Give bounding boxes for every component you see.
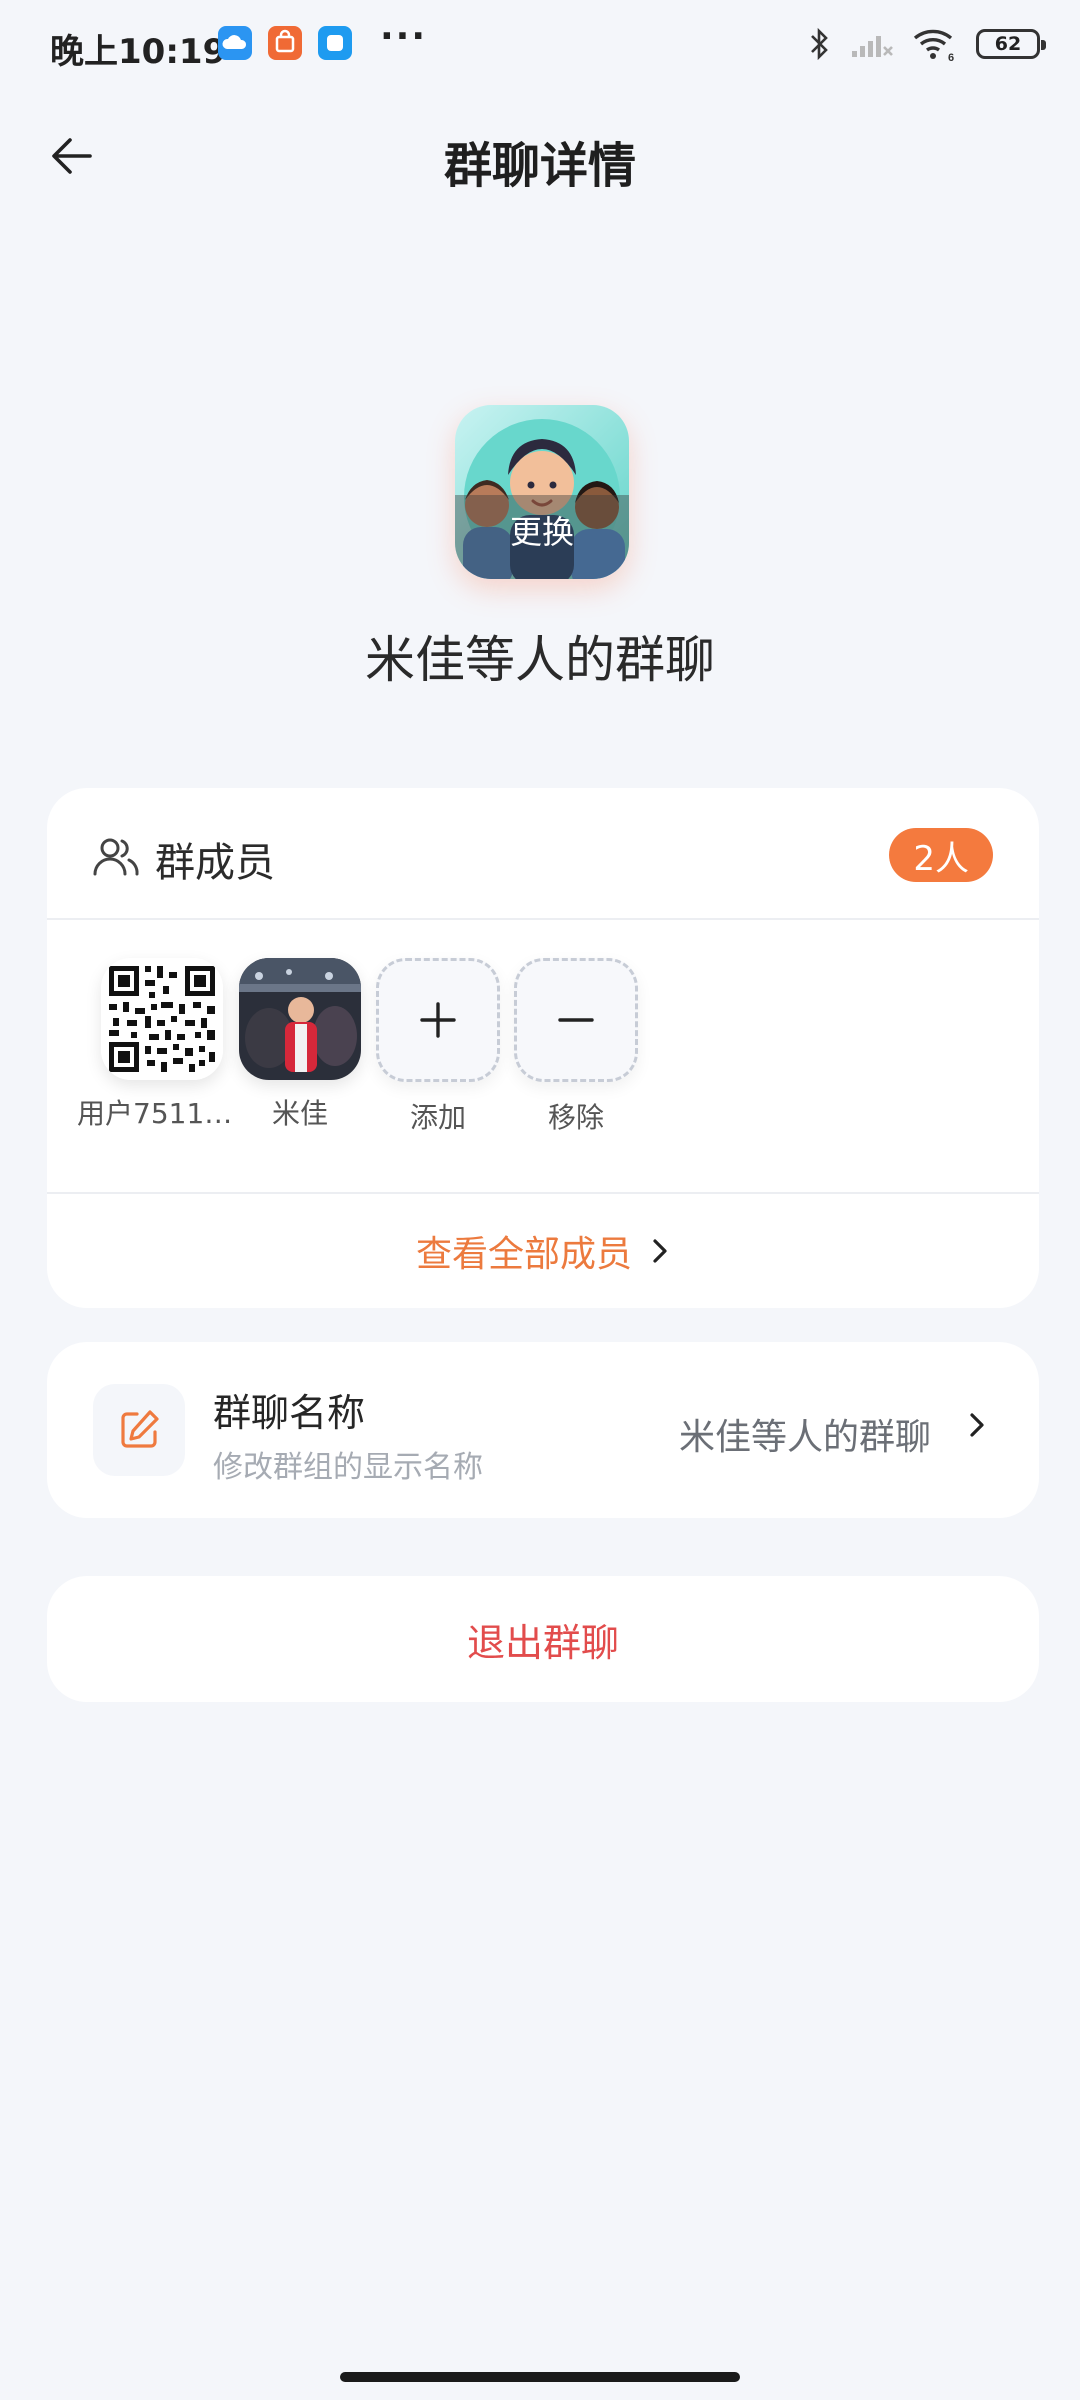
members-title: 群成员 [155,840,275,886]
cloud-app-icon [218,26,252,60]
member-photo-image [239,958,361,1080]
minus-icon [558,1018,594,1022]
plus-icon [420,1002,456,1038]
change-avatar-label[interactable]: 更换 [455,495,629,579]
member-avatar-qrcode [101,958,223,1080]
qr-code-icon [101,958,223,1080]
bluetooth-icon [811,27,828,61]
member-avatar-photo [239,958,361,1080]
wifi-icon: 6 [913,29,954,62]
battery-indicator: 62 [976,29,1046,59]
members-header: 群成员 2人 [47,788,1039,920]
exit-group-button[interactable]: 退出群聊 [47,1576,1039,1702]
message-app-icon [318,26,352,60]
edit-icon-box [93,1384,185,1476]
users-icon [93,838,139,876]
remove-member-label: 移除 [547,1101,604,1134]
group-name-setting[interactable]: 群聊名称 修改群组的显示名称 米佳等人的群聊 [47,1342,1039,1518]
svg-text:6: 6 [948,52,954,62]
chevron-right-icon [970,1413,984,1437]
edit-icon [121,1410,159,1448]
more-notifications-icon: ··· [380,16,428,57]
status-time: 晚上10:19 [50,32,227,72]
group-name: 米佳等人的群聊 [365,631,715,689]
cellular-signal-icon [852,36,893,57]
remove-member-tile[interactable] [514,958,638,1082]
shopping-app-icon [268,26,302,60]
add-member-tile[interactable] [376,958,500,1082]
view-all-members-button[interactable]: 查看全部成员 [47,1192,1039,1308]
group-name-setting-value: 米佳等人的群聊 [678,1417,931,1458]
members-card: 群成员 2人 用户751135 米佳 添加 移除 查看全部成员 [47,788,1039,1308]
view-all-members-label: 查看全部成员 [415,1234,632,1275]
home-indicator[interactable] [340,2372,740,2382]
remove-member-button[interactable]: 移除 [491,958,661,1136]
group-details-screen: 晚上10:19 ··· 6 62 群聊详情 更换 米佳等人的群聊 群成员 2人 … [0,0,1080,2400]
battery-level: 62 [994,33,1022,55]
member-count-badge: 2人 [889,828,993,882]
chevron-right-icon [653,1239,667,1263]
group-name-setting-subtitle: 修改群组的显示名称 [213,1450,483,1485]
group-avatar[interactable]: 更换 [455,405,629,579]
status-bar: 晚上10:19 ··· 6 62 [0,0,1080,90]
exit-group-label: 退出群聊 [466,1620,619,1665]
group-name-setting-title: 群聊名称 [213,1391,366,1435]
status-indicators: 6 62 [808,22,1046,66]
page-title: 群聊详情 [443,138,636,194]
